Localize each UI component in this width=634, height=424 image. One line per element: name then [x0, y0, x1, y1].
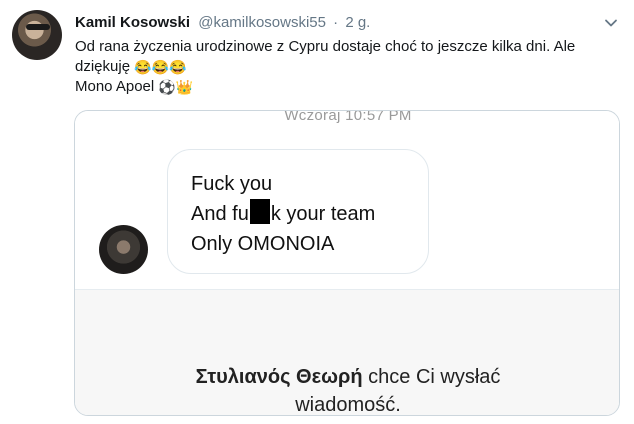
display-name[interactable]: Kamil Kosowski — [75, 14, 190, 31]
message-line-2: And fu k your team — [191, 199, 428, 229]
crown-emoji-icon: 👑 — [175, 79, 194, 95]
message-request-text: Στυλιανός Θεωρή chce Ci wysłać wiadomość… — [75, 363, 619, 416]
message-line-3: Only OMONOIA — [191, 233, 335, 255]
message-line-2-start: And fu — [191, 203, 249, 225]
request-text-rest: chce Ci wysłać — [368, 366, 501, 388]
tweet-text-thanks: dziękuję — [75, 58, 131, 75]
tweet-text: Od rana życzenia urodzinowe z Cypru dost… — [75, 37, 623, 97]
censor-block — [249, 199, 270, 224]
message-timestamp: Wczoraj 10:57 PM — [284, 110, 412, 124]
message-request-panel: Στυλιανός Θεωρή chce Ci wysłać wiadomość… — [75, 289, 619, 416]
soccer-ball-emoji-icon: ⚽ — [158, 79, 176, 95]
request-sender-name: Στυλιανός Θεωρή — [195, 366, 363, 388]
tweet-text-line-2: dziękuję 😂😂😂 — [75, 57, 623, 77]
sender-avatar — [99, 225, 148, 274]
message-bubble: Fuck you And fu k your team Only OMONOIA — [167, 149, 429, 274]
tweet-media-image[interactable]: Wczoraj 10:57 PM Fuck you And fu k your t… — [74, 110, 620, 416]
author-avatar[interactable] — [12, 10, 62, 60]
separator-dot: · — [333, 14, 339, 31]
message-line-1: Fuck you — [191, 173, 273, 195]
tweet-text-line-3: Mono Apoel ⚽👑 — [75, 77, 623, 97]
avatar-sunglasses — [26, 24, 50, 30]
tweet-text-line-1: Od rana życzenia urodzinowe z Cypru dost… — [75, 38, 576, 55]
laughing-emoji-icon: 😂😂😂 — [134, 59, 187, 75]
message-thread: Wczoraj 10:57 PM Fuck you And fu k your t… — [75, 110, 619, 289]
tweet-header: Kamil Kosowski @kamilkosowski55 · 2 g. — [75, 14, 370, 31]
user-handle[interactable]: @kamilkosowski55 — [198, 14, 326, 31]
chevron-down-icon[interactable] — [604, 16, 618, 30]
request-text-line-2: wiadomość. — [295, 394, 401, 416]
tweet-text-mono-apoel: Mono Apoel — [75, 78, 155, 95]
tweet-timestamp[interactable]: 2 g. — [345, 14, 370, 31]
message-line-2-end: k your team — [270, 203, 376, 225]
tweet: Kamil Kosowski @kamilkosowski55 · 2 g. O… — [0, 0, 634, 424]
